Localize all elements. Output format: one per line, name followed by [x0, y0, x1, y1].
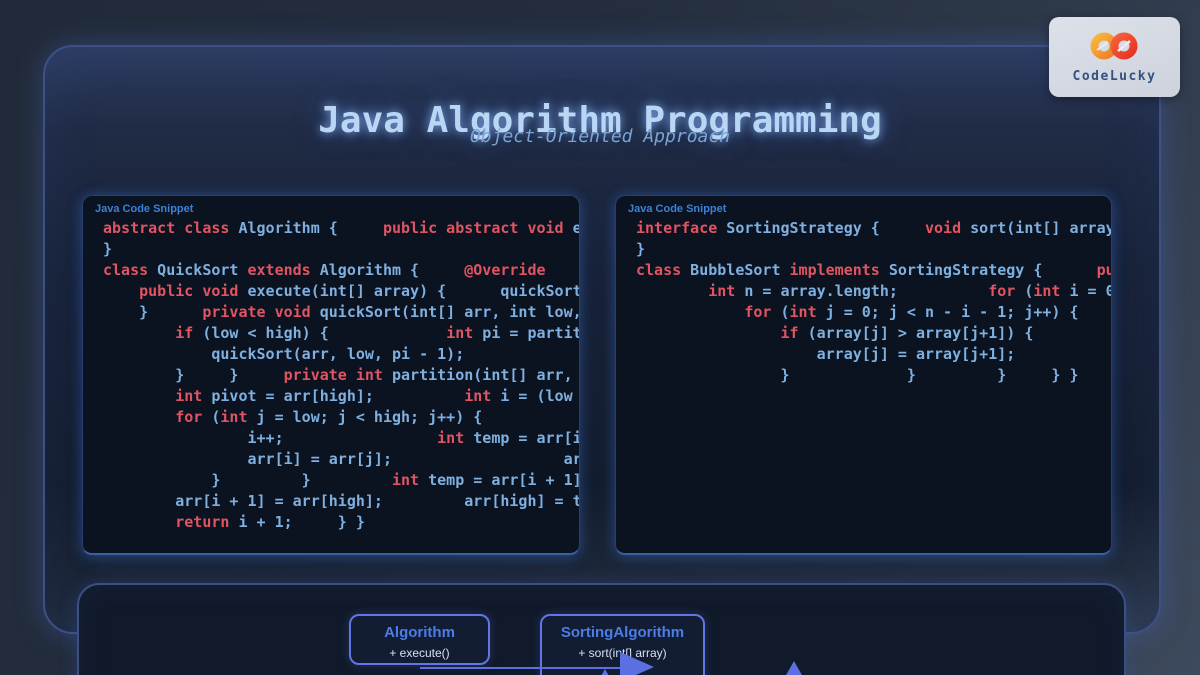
- uml-connector-line: [420, 667, 622, 669]
- code-panel-label: Java Code Snippet: [616, 196, 1111, 215]
- uml-diagram-panel: Algorithm + execute() SortingAlgorithm +…: [77, 583, 1126, 675]
- code-block-bubblesort: interface SortingStrategy { void sort(in…: [616, 218, 1111, 386]
- uml-box-title: SortingAlgorithm: [542, 624, 703, 641]
- arrow-up-icon: [597, 669, 613, 675]
- code-block-quicksort: abstract class Algorithm { public abstra…: [83, 218, 579, 533]
- arrow-up-icon: [785, 661, 803, 675]
- uml-box-title: Algorithm: [351, 624, 488, 641]
- uml-box-method: + execute(): [351, 646, 488, 660]
- code-panel-quicksort: Java Code Snippet abstract class Algorit…: [82, 195, 580, 555]
- codelucky-logo-text: CodeLucky: [1073, 69, 1157, 84]
- page-subtitle: Object-Oriented Approach: [0, 126, 1200, 147]
- infinity-leaves-icon: [1082, 30, 1148, 67]
- uml-box-algorithm: Algorithm + execute(): [349, 614, 490, 665]
- codelucky-logo-card: CodeLucky: [1049, 17, 1180, 97]
- code-panel-bubblesort: Java Code Snippet interface SortingStrat…: [615, 195, 1112, 555]
- code-panel-label: Java Code Snippet: [83, 196, 579, 215]
- arrow-right-icon: [620, 652, 654, 675]
